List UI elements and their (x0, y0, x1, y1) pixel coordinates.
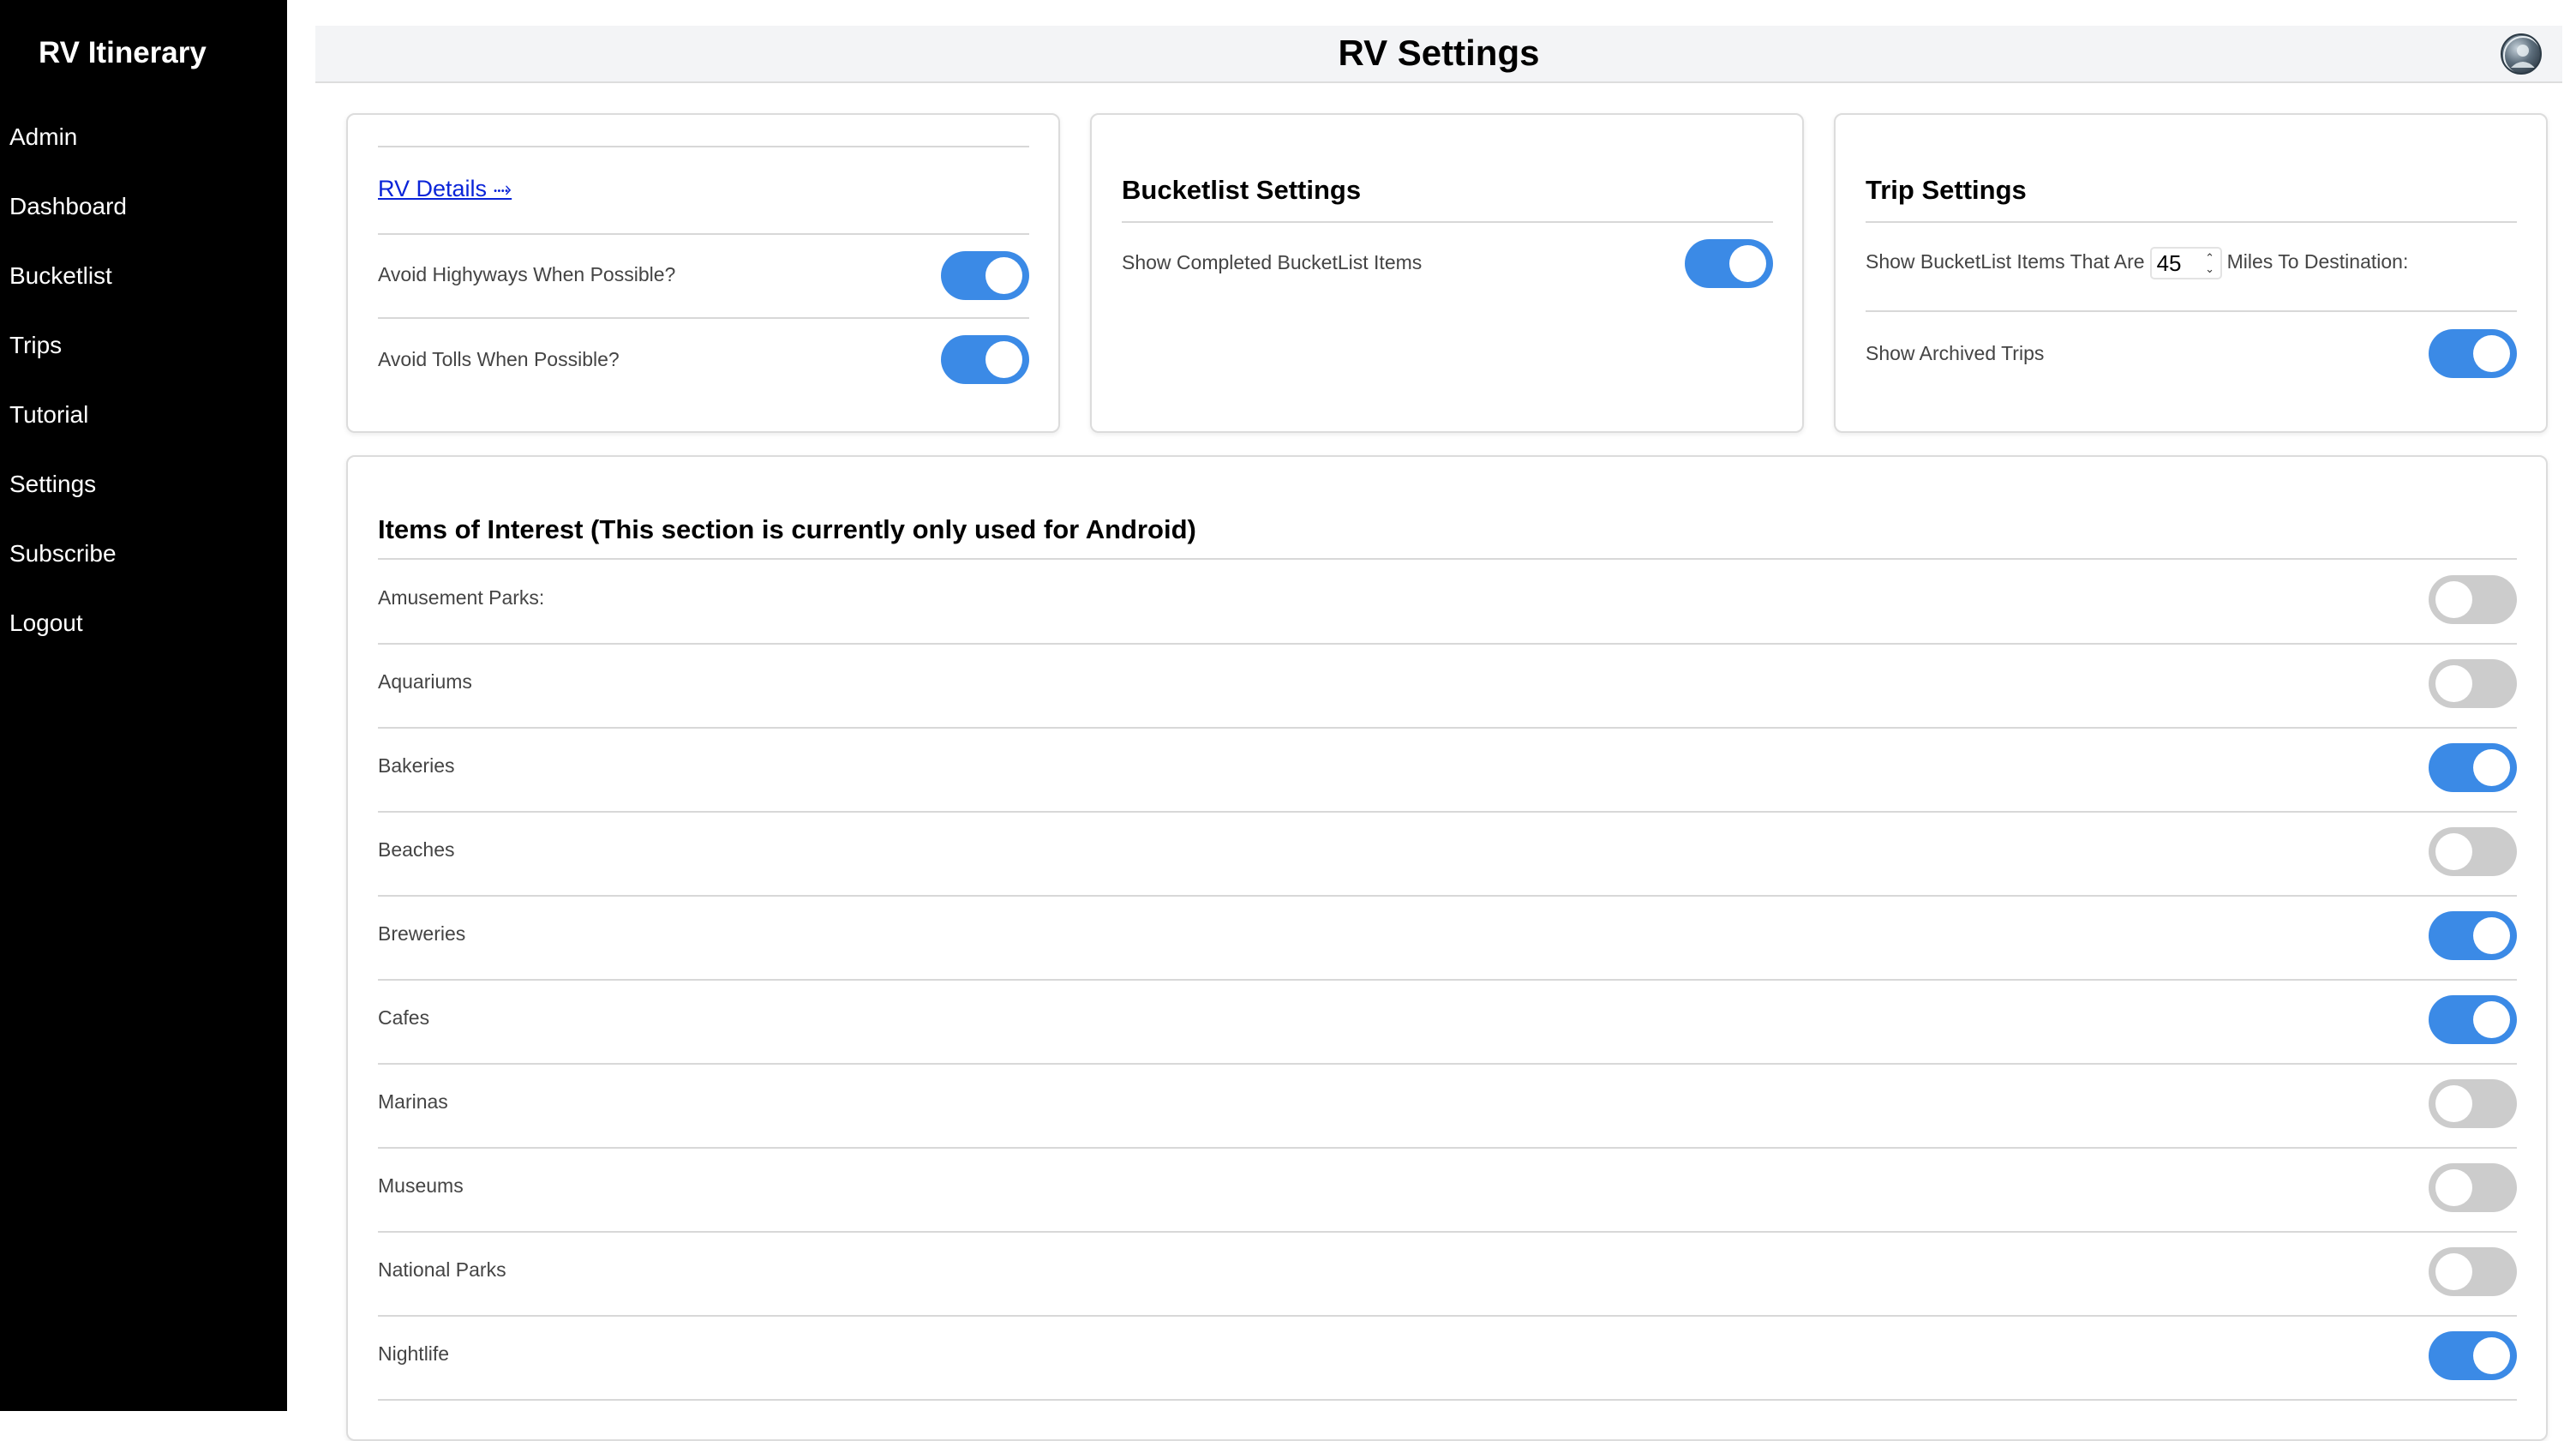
avoid-highways-toggle[interactable] (941, 251, 1029, 300)
interest-label-nightlife: Nightlife (378, 1342, 450, 1365)
interest-toggle-amusement-parks[interactable] (2429, 575, 2517, 624)
interest-label-cafes: Cafes (378, 1006, 430, 1029)
divider (378, 146, 1029, 147)
toggle-knob (2435, 833, 2472, 870)
rv-details-link[interactable]: RV Details ⤑ (378, 176, 512, 203)
interest-toggle-nightlife[interactable] (2429, 1331, 2517, 1380)
show-archived-toggle[interactable] (2429, 329, 2517, 378)
sidebar-nav: Admin Dashboard Bucketlist Trips Tutoria… (0, 120, 287, 675)
interest-label-aquariums: Aquariums (378, 670, 472, 693)
interest-label-bakeries: Bakeries (378, 754, 455, 777)
show-completed-label: Show Completed BucketList Items (1122, 251, 1423, 273)
toggle-knob (2435, 1253, 2472, 1290)
distance-setting-row: Show BucketList Items That Are 45 ⌃ ⌄ Miles … (1866, 244, 2408, 279)
toggle-knob (2435, 581, 2472, 618)
distance-suffix: Miles To Destination: (2226, 250, 2409, 273)
interest-toggle-breweries[interactable] (2429, 911, 2517, 960)
interest-toggle-marinas[interactable] (2429, 1079, 2517, 1128)
interest-label-beaches: Beaches (378, 838, 455, 861)
sidebar-item-settings[interactable]: Settings (0, 467, 287, 537)
page-header: RV Settings (315, 26, 2562, 83)
distance-prefix: Show BucketList Items That Are (1866, 250, 2145, 273)
trip-settings-title: Trip Settings (1866, 175, 2027, 205)
interest-toggle-museums[interactable] (2429, 1163, 2517, 1212)
interest-toggle-aquariums[interactable] (2429, 659, 2517, 708)
toggle-knob (985, 257, 1022, 294)
sidebar-item-bucketlist[interactable]: Bucketlist (0, 259, 287, 328)
toggle-knob (1729, 245, 1766, 282)
toggle-knob (985, 341, 1022, 378)
interest-label-national-parks: National Parks (378, 1258, 506, 1281)
sidebar-item-admin[interactable]: Admin (0, 120, 287, 189)
interest-label-marinas: Marinas (378, 1090, 448, 1113)
user-avatar-icon[interactable] (2501, 33, 2542, 75)
bucketlist-settings-card: Bucketlist Settings Show Completed Bucke… (1090, 113, 1804, 433)
toggle-knob (2435, 1085, 2472, 1122)
divider (1866, 221, 2517, 223)
divider (378, 643, 2517, 645)
avoid-tolls-toggle[interactable] (941, 335, 1029, 384)
toggle-knob (2473, 1337, 2510, 1374)
interest-toggle-beaches[interactable] (2429, 827, 2517, 876)
interest-label-museums: Museums (378, 1174, 464, 1197)
interest-toggle-bakeries[interactable] (2429, 743, 2517, 792)
toggle-knob (2473, 917, 2510, 954)
divider (1866, 310, 2517, 312)
sidebar-item-subscribe[interactable]: Subscribe (0, 537, 287, 606)
divider (378, 558, 2517, 560)
divider (1122, 221, 1773, 223)
rv-settings-card: RV Details ⤑ Avoid Highyways When Possib… (346, 113, 1060, 433)
toggle-knob (2473, 749, 2510, 786)
interest-label-breweries: Breweries (378, 922, 466, 945)
avoid-tolls-label: Avoid Tolls When Possible? (378, 348, 620, 370)
page-title: RV Settings (1338, 33, 1540, 73)
sidebar: RV Itinerary Admin Dashboard Bucketlist … (0, 0, 287, 1411)
divider (378, 811, 2517, 813)
divider (378, 1231, 2517, 1233)
show-archived-label: Show Archived Trips (1866, 342, 2045, 364)
show-completed-toggle[interactable] (1685, 239, 1773, 288)
avoid-highways-label: Avoid Highyways When Possible? (378, 263, 676, 285)
toggle-knob (2473, 1001, 2510, 1038)
miles-number-input[interactable]: 45 ⌃ ⌄ (2149, 246, 2222, 279)
divider (378, 895, 2517, 897)
items-of-interest-card: Items of Interest (This section is curre… (346, 455, 2548, 1441)
items-of-interest-title: Items of Interest (This section is curre… (378, 514, 1196, 544)
miles-value: 45 (2156, 249, 2182, 276)
divider (378, 727, 2517, 729)
up-down-stepper-icon[interactable]: ⌃ ⌄ (2203, 252, 2217, 276)
interest-toggle-national-parks[interactable] (2429, 1247, 2517, 1296)
divider (378, 1399, 2517, 1401)
divider (378, 979, 2517, 981)
interest-toggle-cafes[interactable] (2429, 995, 2517, 1044)
bucketlist-settings-title: Bucketlist Settings (1122, 175, 1362, 205)
toggle-knob (2473, 335, 2510, 372)
divider (378, 233, 1029, 235)
toggle-knob (2435, 1169, 2472, 1206)
toggle-knob (2435, 665, 2472, 702)
sidebar-item-tutorial[interactable]: Tutorial (0, 398, 287, 467)
divider (378, 1315, 2517, 1317)
divider (378, 1063, 2517, 1065)
interest-label-amusement-parks: Amusement Parks: (378, 586, 545, 609)
divider (378, 1147, 2517, 1149)
brand-title: RV Itinerary (39, 36, 207, 69)
trip-settings-card: Trip Settings Show BucketList Items That… (1834, 113, 2548, 433)
sidebar-item-dashboard[interactable]: Dashboard (0, 189, 287, 259)
divider (378, 317, 1029, 319)
sidebar-item-trips[interactable]: Trips (0, 328, 287, 398)
sidebar-item-logout[interactable]: Logout (0, 606, 287, 675)
